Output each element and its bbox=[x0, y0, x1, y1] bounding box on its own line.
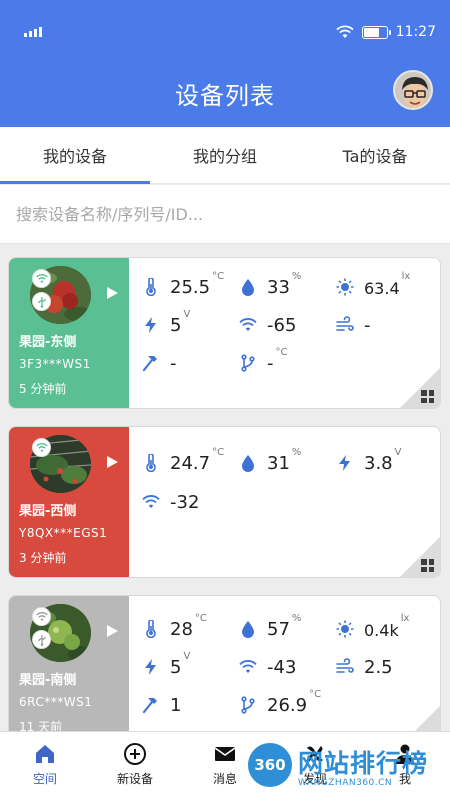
device-serial: 6RC***WS1 bbox=[19, 695, 93, 709]
light-metric: 63.4 lx bbox=[336, 271, 410, 298]
hammer-icon bbox=[142, 698, 157, 714]
status-time: 11:27 bbox=[395, 24, 436, 40]
grid-icon[interactable] bbox=[421, 390, 434, 403]
lightning-icon bbox=[339, 455, 350, 471]
device-name: 果园-东侧 bbox=[19, 335, 77, 350]
humidity-metric: 57% bbox=[239, 613, 301, 640]
wifi-status-icon bbox=[32, 438, 51, 457]
voltage-metric: 3.8 V bbox=[336, 447, 401, 474]
nav-label: 空间 bbox=[32, 772, 57, 786]
status-right: 11:27 bbox=[336, 24, 436, 40]
device-status-panel: 果园-西侧 Y8QX***EGS1 3 分钟前 bbox=[9, 427, 129, 577]
status-bar: 11:27 bbox=[0, 0, 450, 66]
device-name: 果园-西侧 bbox=[19, 504, 77, 519]
sun-icon bbox=[336, 620, 354, 638]
lightning-icon bbox=[145, 659, 156, 675]
device-card-west[interactable]: 果园-西侧 Y8QX***EGS1 3 分钟前 24.7 °C 31% 3.8 V … bbox=[8, 426, 441, 578]
home-icon bbox=[36, 745, 54, 763]
usb-icon bbox=[32, 630, 51, 649]
grid-icon[interactable] bbox=[421, 559, 434, 572]
card-corner bbox=[400, 537, 440, 577]
hammer-icon bbox=[142, 356, 157, 372]
play-icon[interactable] bbox=[107, 456, 118, 468]
thermometer-icon bbox=[146, 620, 156, 638]
water-drop-icon bbox=[242, 455, 254, 472]
temperature-metric: 24.7 °C bbox=[142, 447, 224, 474]
watermark-sub: WANGZHAN360.CN bbox=[298, 778, 393, 788]
card-corner bbox=[400, 368, 440, 408]
nav-space[interactable]: 空间 bbox=[0, 732, 90, 800]
branch-temp-metric: - °C bbox=[239, 347, 287, 374]
watermark: 360 网站排行榜 WANGZHAN360.CN bbox=[248, 736, 448, 796]
hammer-metric: 1 bbox=[142, 689, 181, 716]
wifi-status-icon bbox=[32, 269, 51, 288]
humidity-metric: 33% bbox=[239, 271, 301, 298]
thermometer-icon bbox=[146, 454, 156, 472]
nav-label: 消息 bbox=[212, 772, 237, 786]
wifi-icon bbox=[336, 25, 354, 38]
device-name: 果园-南侧 bbox=[19, 673, 77, 688]
signal-metric: -32 bbox=[142, 486, 199, 513]
thermometer-icon bbox=[146, 278, 156, 296]
temperature-metric: 28 °C bbox=[142, 613, 207, 640]
avatar[interactable] bbox=[393, 70, 433, 110]
watermark-badge: 360 bbox=[248, 743, 292, 787]
wifi-icon bbox=[142, 495, 160, 508]
humidity-metric: 31% bbox=[239, 447, 301, 474]
nav-label: 新设备 bbox=[116, 772, 153, 786]
search-bar bbox=[0, 185, 450, 244]
wind-icon bbox=[336, 658, 354, 673]
temperature-metric: 25.5 °C bbox=[142, 271, 224, 298]
tab-my-groups[interactable]: 我的分组 bbox=[150, 127, 300, 183]
signal-icon bbox=[24, 27, 42, 37]
sun-icon bbox=[336, 278, 354, 296]
add-circle-icon bbox=[124, 743, 146, 765]
device-card-south[interactable]: 果园-南侧 6RC***WS1 11 天前 28 °C 57% 0.4k lx 5V… bbox=[8, 595, 441, 747]
wifi-icon bbox=[239, 318, 257, 331]
watermark-text: 网站排行榜 bbox=[298, 749, 429, 778]
play-icon[interactable] bbox=[107, 287, 118, 299]
hammer-metric: - bbox=[142, 347, 177, 374]
battery-icon bbox=[361, 25, 391, 39]
wifi-icon bbox=[239, 660, 257, 673]
device-status-panel: 果园-东侧 3F3***WS1 5 分钟前 bbox=[9, 258, 129, 408]
wifi-status-icon bbox=[32, 607, 51, 626]
search-input[interactable] bbox=[16, 204, 426, 224]
device-status-panel: 果园-南侧 6RC***WS1 11 天前 bbox=[9, 596, 129, 746]
device-updated: 5 分钟前 bbox=[19, 382, 67, 396]
device-card-east[interactable]: 果园-东侧 3F3***WS1 5 分钟前 25.5 °C 33% 63.4 lx … bbox=[8, 257, 441, 409]
tab-my-devices[interactable]: 我的设备 bbox=[0, 127, 150, 184]
device-tabs: 我的设备 我的分组 Ta的设备 bbox=[0, 127, 450, 184]
device-serial: Y8QX***EGS1 bbox=[19, 526, 108, 540]
device-serial: 3F3***WS1 bbox=[19, 357, 91, 371]
lightning-icon bbox=[145, 317, 156, 333]
light-metric: 0.4k lx bbox=[336, 613, 409, 640]
wind-icon bbox=[336, 316, 354, 331]
mail-icon bbox=[214, 747, 236, 761]
usb-icon bbox=[32, 292, 51, 311]
water-drop-icon bbox=[242, 621, 254, 638]
wind-metric: 2.5 bbox=[336, 651, 393, 678]
voltage-metric: 5V bbox=[142, 651, 190, 678]
water-drop-icon bbox=[242, 279, 254, 296]
page-title: 设备列表 bbox=[175, 82, 275, 110]
branch-temp-metric: 26.9 °C bbox=[239, 689, 321, 716]
nav-new-device[interactable]: 新设备 bbox=[90, 732, 180, 800]
voltage-metric: 5V bbox=[142, 309, 190, 336]
branch-icon bbox=[241, 354, 255, 372]
device-updated: 3 分钟前 bbox=[19, 551, 67, 565]
play-icon[interactable] bbox=[107, 625, 118, 637]
signal-metric: -65 bbox=[239, 309, 296, 336]
signal-metric: -43 bbox=[239, 651, 296, 678]
wind-metric: - bbox=[336, 309, 371, 336]
branch-icon bbox=[241, 696, 255, 714]
app-header: 11:27 设备列表 bbox=[0, 0, 450, 127]
tab-ta-devices[interactable]: Ta的设备 bbox=[300, 127, 450, 183]
